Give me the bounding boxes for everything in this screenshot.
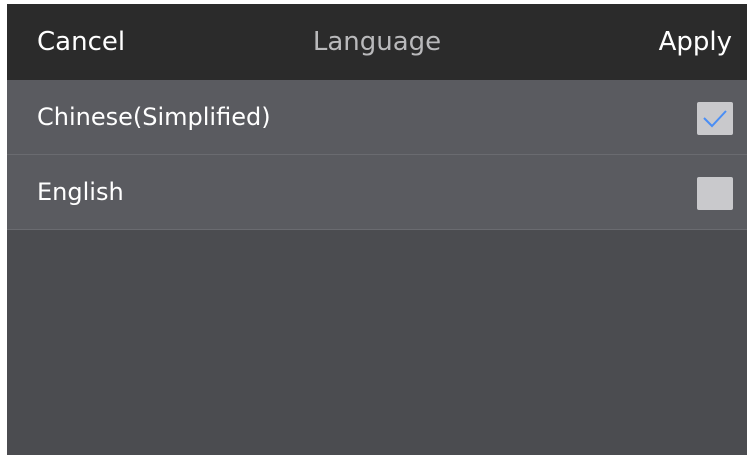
language-option-english[interactable]: English: [7, 155, 747, 230]
dialog-header: Cancel Language Apply: [7, 4, 747, 80]
language-dialog: Cancel Language Apply Chinese(Simplified…: [7, 4, 747, 455]
language-checkbox[interactable]: [697, 177, 733, 210]
language-option-chinese-simplified[interactable]: Chinese(Simplified): [7, 80, 747, 155]
checkmark-icon: [703, 110, 727, 128]
language-checkbox-checked[interactable]: [697, 102, 733, 135]
language-option-label: Chinese(Simplified): [37, 103, 271, 131]
apply-button[interactable]: Apply: [659, 4, 732, 80]
language-option-label: English: [37, 178, 124, 206]
dialog-title: Language: [312, 27, 442, 57]
